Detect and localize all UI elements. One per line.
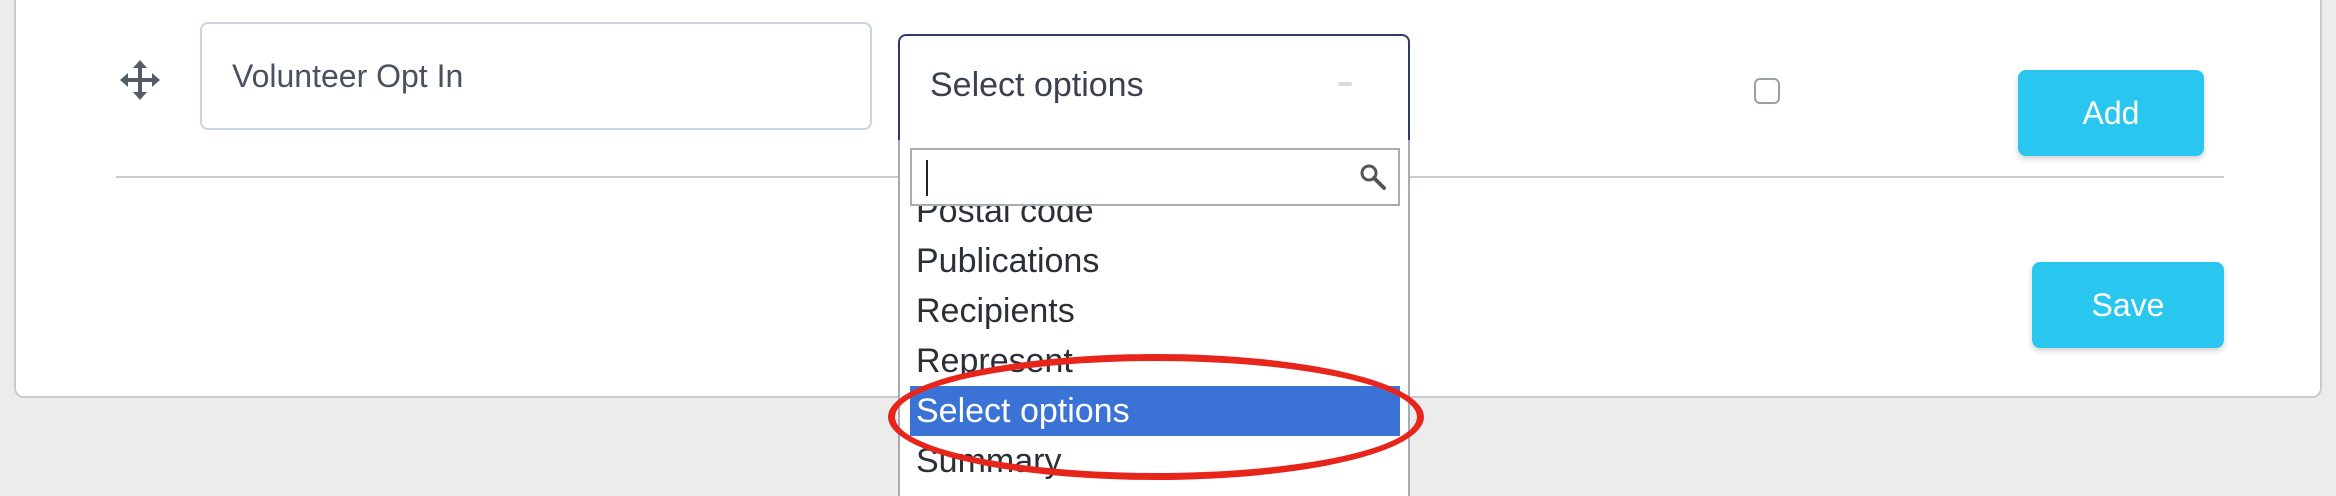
dropdown-option-summary[interactable]: Summary [910,436,1400,486]
search-icon [1358,162,1388,192]
select-dropdown-panel: Postal code Publications Recipients Repr… [898,140,1410,496]
select-current-value: Select options [930,66,1144,104]
add-button[interactable]: Add [2018,70,2204,156]
dropdown-search-input[interactable] [912,150,1398,204]
dropdown-option-represent[interactable]: Represent [910,336,1400,386]
save-button[interactable]: Save [2032,262,2224,348]
page: Select options Add Save Postal code Publ… [0,0,2336,496]
dropdown-option-postal-code[interactable]: Postal code [910,206,1400,236]
field-type-select[interactable]: Select options [898,34,1410,142]
dropdown-search-box[interactable] [910,148,1400,206]
field-name-input[interactable] [200,22,872,130]
dropdown-option-recipients[interactable]: Recipients [910,286,1400,336]
dropdown-option-select-options[interactable]: Select options [910,386,1400,436]
text-caret [926,160,928,196]
required-checkbox[interactable] [1754,78,1780,104]
dropdown-option-publications[interactable]: Publications [910,236,1400,286]
chevron-down-icon [1338,82,1352,86]
dropdown-options-list[interactable]: Postal code Publications Recipients Repr… [910,206,1400,496]
move-arrows-icon[interactable] [120,60,160,100]
